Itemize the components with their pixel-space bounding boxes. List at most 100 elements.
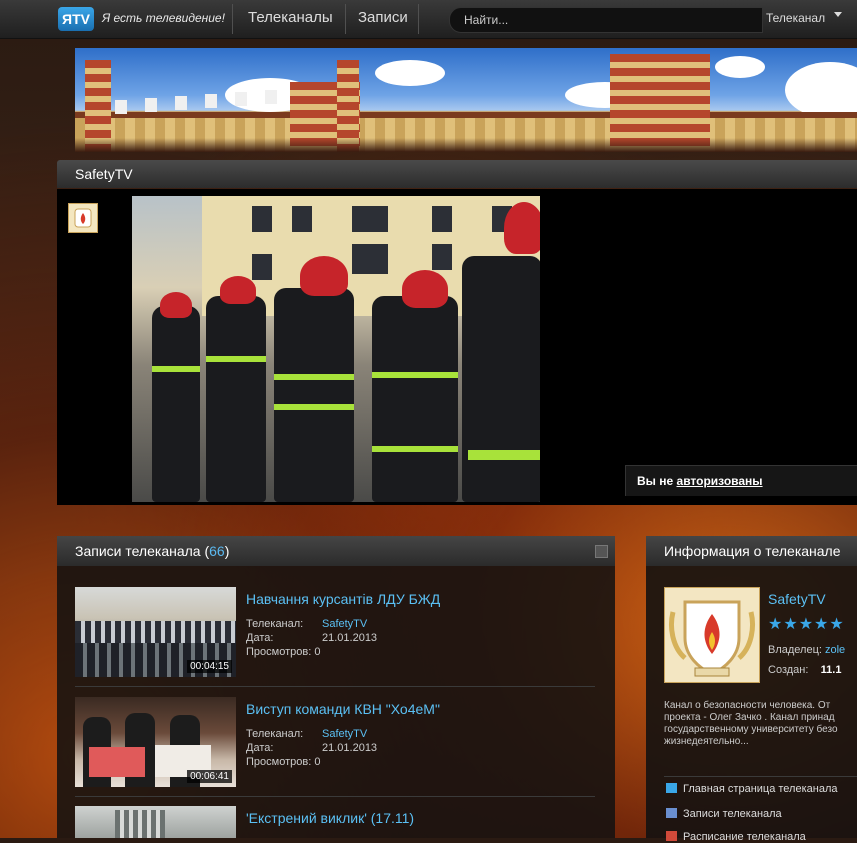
recording-channel: Телеканал: SafetyTV xyxy=(246,618,367,630)
channel-schedule-link-label: Расписание телеканала xyxy=(683,831,806,843)
channel-info-header: Информация о телеканале xyxy=(646,536,857,566)
home-page-icon xyxy=(666,783,677,793)
channel-home-link-label: Главная страница телеканала xyxy=(683,783,838,795)
thumbnail-crowd xyxy=(75,621,236,643)
recordings-panel-title: Записи телеканала (66) xyxy=(75,543,229,559)
recordings-list-icon xyxy=(666,808,677,818)
channel-recordings-link[interactable]: Записи телеканала xyxy=(666,808,782,820)
channel-owner-label: Владелец: xyxy=(768,644,822,656)
channel-coat-of-arms-icon[interactable] xyxy=(664,587,760,683)
auth-notice-text: Вы не авторизованы xyxy=(637,474,763,488)
recordings-heading-text: Записи телеканала ( xyxy=(75,543,210,559)
banner-merlon xyxy=(175,96,187,110)
site-logo[interactable]: ЯTV xyxy=(58,7,94,31)
channel-info-title: Информация о телеканале xyxy=(664,543,841,559)
channel-created-value: 11.1 xyxy=(820,664,842,676)
channel-schedule-link[interactable]: Расписание телеканала xyxy=(666,831,806,843)
recordings-count[interactable]: 66 xyxy=(209,543,225,559)
recording-item: 00:04:15 Навчання курсантів ЛДУ БЖД Теле… xyxy=(75,587,595,679)
recording-channel-link[interactable]: SafetyTV xyxy=(322,618,367,630)
video-reflective-stripe xyxy=(206,356,266,362)
auth-notice-prefix: Вы не xyxy=(637,474,677,488)
channel-rating-stars[interactable]: ★★★★★ xyxy=(768,614,845,634)
recording-thumbnail[interactable]: 00:06:41 xyxy=(75,697,236,787)
schedule-icon xyxy=(666,831,677,841)
video-helmet xyxy=(160,292,192,318)
divider xyxy=(75,686,595,687)
recording-date: Дата: 21.01.2013 xyxy=(246,632,377,644)
site-slogan: Я есть телевидение! xyxy=(102,11,225,25)
recordings-heading-close: ) xyxy=(224,543,230,559)
video-firefighter xyxy=(274,288,354,502)
video-firefighter xyxy=(206,296,266,502)
video-frame[interactable] xyxy=(132,196,540,502)
login-link[interactable]: авторизованы xyxy=(677,474,763,488)
recording-channel-link[interactable]: SafetyTV xyxy=(322,728,367,740)
video-reflective-stripe xyxy=(372,446,458,452)
recording-date-value: 21.01.2013 xyxy=(322,632,378,644)
recording-channel-label: Телеканал: xyxy=(246,728,304,740)
recording-title[interactable]: Виступ команди КВН "Хо4еМ" xyxy=(246,701,440,717)
nav-divider xyxy=(232,4,233,34)
video-helmet xyxy=(300,256,348,296)
recording-item: 00:06:41 Виступ команди КВН "Хо4еМ" Теле… xyxy=(75,697,595,789)
auth-notice: Вы не авторизованы xyxy=(625,465,857,496)
channel-title-bar: SafetyTV xyxy=(57,160,857,188)
nav-item-recordings[interactable]: Записи xyxy=(358,9,408,26)
recording-channel: Телеканал: SafetyTV xyxy=(246,728,367,740)
collapse-panel-button[interactable] xyxy=(595,545,608,558)
recording-thumbnail[interactable] xyxy=(75,806,236,838)
video-window xyxy=(252,206,272,232)
thumbnail-building xyxy=(115,810,165,838)
search-box xyxy=(449,7,763,33)
banner-cloud xyxy=(375,60,445,86)
banner-cloud xyxy=(715,56,765,78)
recording-title[interactable]: 'Екстрений виклик' (17.11) xyxy=(246,810,414,826)
video-firefighter xyxy=(462,256,540,502)
video-reflective-stripe xyxy=(372,372,458,378)
chevron-down-icon[interactable] xyxy=(834,12,842,17)
recording-date: Дата: 21.01.2013 xyxy=(246,742,377,754)
recording-date-label: Дата: xyxy=(246,632,274,644)
divider xyxy=(664,776,857,777)
recording-views: Просмотров: 0 xyxy=(246,646,320,658)
top-navigation-bar: ЯTV Я есть телевидение! Телеканалы Запис… xyxy=(0,0,857,39)
video-window xyxy=(432,244,452,270)
recording-duration: 00:06:41 xyxy=(187,770,232,783)
banner-merlon xyxy=(265,90,277,104)
video-reflective-stripe xyxy=(468,450,540,460)
search-input[interactable] xyxy=(450,8,754,32)
banner-cloud xyxy=(785,62,857,118)
video-firefighter xyxy=(372,296,458,502)
recording-title[interactable]: Навчання курсантів ЛДУ БЖД xyxy=(246,591,440,607)
video-reflective-stripe xyxy=(274,374,354,380)
recording-channel-label: Телеканал: xyxy=(246,618,304,630)
search-scope-select[interactable]: Телеканал xyxy=(766,11,825,25)
banner-merlon xyxy=(205,94,217,108)
video-window xyxy=(252,254,272,280)
channel-recordings-link-label: Записи телеканала xyxy=(683,808,782,820)
video-firefighter xyxy=(152,306,200,502)
thumbnail-placard xyxy=(89,747,145,777)
recording-date-label: Дата: xyxy=(246,742,274,754)
recordings-panel xyxy=(57,536,615,838)
video-window xyxy=(352,206,388,232)
recording-thumbnail[interactable]: 00:04:15 xyxy=(75,587,236,677)
channel-created: Создан: 11.1 xyxy=(768,664,841,676)
channel-banner xyxy=(75,48,857,152)
nav-item-channels[interactable]: Телеканалы xyxy=(248,9,333,26)
channel-home-link[interactable]: Главная страница телеканала xyxy=(666,783,838,795)
video-reflective-stripe xyxy=(274,404,354,410)
video-helmet xyxy=(504,202,540,254)
recording-views-value: 0 xyxy=(314,646,321,658)
channel-created-label: Создан: xyxy=(768,664,809,676)
channel-name-link[interactable]: SafetyTV xyxy=(768,591,826,607)
banner-shade xyxy=(75,138,857,152)
video-helmet xyxy=(220,276,256,304)
channel-owner-link[interactable]: zole xyxy=(825,644,845,656)
video-reflective-stripe xyxy=(152,366,200,372)
channel-title: SafetyTV xyxy=(75,166,133,182)
recording-views: Просмотров: 0 xyxy=(246,756,320,768)
recordings-panel-header: Записи телеканала (66) xyxy=(57,536,615,566)
recording-views-label: Просмотров: xyxy=(246,646,312,658)
